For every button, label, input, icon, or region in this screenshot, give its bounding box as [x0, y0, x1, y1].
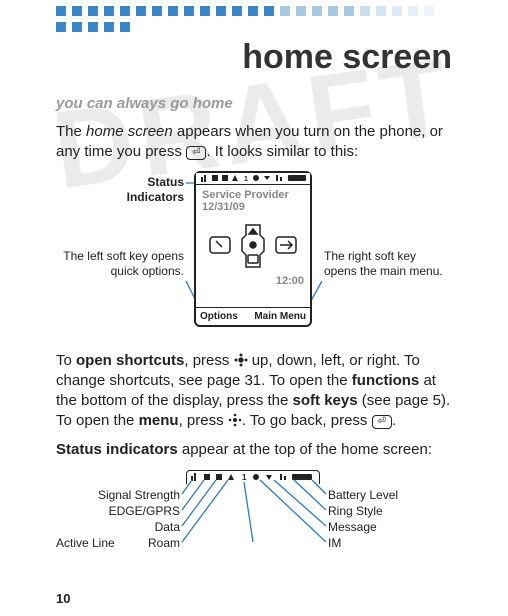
ring-style-label: Ring Style [328, 504, 383, 518]
nav-key-icon [234, 353, 248, 367]
left-softkey-label: Options [200, 311, 238, 322]
status-indicators-figure: 1 Signal Strength ED [56, 468, 452, 568]
im-label: IM [328, 536, 341, 550]
back-key-icon: ⏎ [372, 415, 392, 429]
status-intro-paragraph: Status indicators appear at the top of t… [56, 440, 452, 460]
svg-text:1: 1 [244, 176, 248, 182]
center-key-icon [228, 413, 242, 427]
signal-strength-label: Signal Strength [56, 488, 180, 502]
home-screen-figure: Status Indicators The left soft key open… [56, 171, 452, 341]
message-label: Message [328, 520, 377, 534]
phone-status-bar: 1 [196, 173, 310, 185]
page-number: 10 [56, 591, 70, 606]
date-text: 12/31/09 [202, 201, 304, 213]
data-label: Data [56, 520, 180, 534]
battery-level-label: Battery Level [328, 488, 398, 502]
active-line-label: Active Line [56, 536, 115, 550]
phone-mockup: 1 Service Provider 12/31/09 [194, 171, 312, 327]
service-provider-text: Service Provider [202, 189, 304, 201]
nav-cross-icon [208, 217, 298, 277]
intro-paragraph: The home screen appears when you turn on… [56, 122, 452, 163]
tagline: you can always go home [56, 95, 452, 112]
right-softkey-label: Main Menu [254, 311, 306, 322]
back-key-icon: ⏎ [186, 146, 206, 160]
status-icons-row: 1 [200, 174, 306, 182]
edge-gprs-label: EDGE/GPRS [56, 504, 180, 518]
page-title: home screen [56, 38, 452, 77]
shortcuts-paragraph: To open shortcuts, press up, down, left,… [56, 351, 452, 432]
